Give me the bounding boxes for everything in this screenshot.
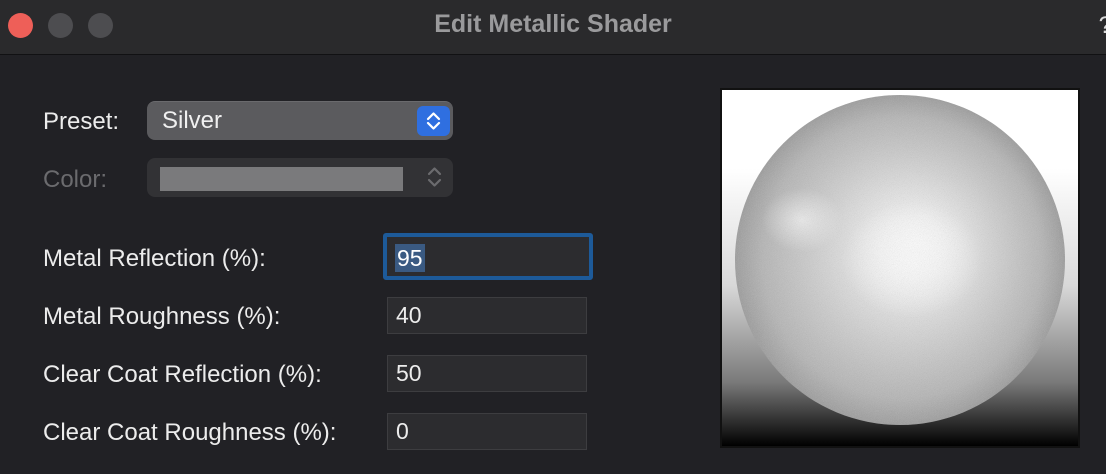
color-label: Color:: [43, 166, 108, 193]
popup-chevrons-icon: [417, 106, 450, 136]
clear-coat-roughness-field[interactable]: [387, 413, 587, 450]
shader-preview: [720, 88, 1080, 448]
clear-coat-reflection-field[interactable]: [387, 355, 587, 392]
clear-coat-reflection-label: Clear Coat Reflection (%):: [43, 361, 322, 388]
clear-coat-roughness-input[interactable]: [388, 414, 586, 449]
title-bar: Edit Metallic Shader ?: [0, 0, 1106, 55]
help-button[interactable]: ?: [1099, 12, 1106, 40]
metal-reflection-field[interactable]: 95: [383, 233, 593, 280]
color-swatch: [160, 167, 403, 191]
window-title: Edit Metallic Shader: [434, 10, 672, 38]
metal-roughness-label: Metal Roughness (%):: [43, 303, 281, 330]
metal-reflection-label: Metal Reflection (%):: [43, 245, 266, 272]
metal-reflection-value: 95: [395, 244, 425, 272]
preset-label: Preset:: [43, 108, 120, 135]
clear-coat-reflection-input[interactable]: [388, 356, 586, 391]
color-popup: [147, 158, 453, 197]
metal-sphere-preview: [735, 95, 1065, 425]
clear-coat-roughness-label: Clear Coat Roughness (%):: [43, 419, 337, 446]
metal-roughness-field[interactable]: [387, 297, 587, 334]
preset-popup[interactable]: Silver: [147, 101, 453, 140]
color-chevrons-icon: [427, 166, 442, 193]
metal-roughness-input[interactable]: [388, 298, 586, 333]
preset-value: Silver: [162, 107, 223, 134]
